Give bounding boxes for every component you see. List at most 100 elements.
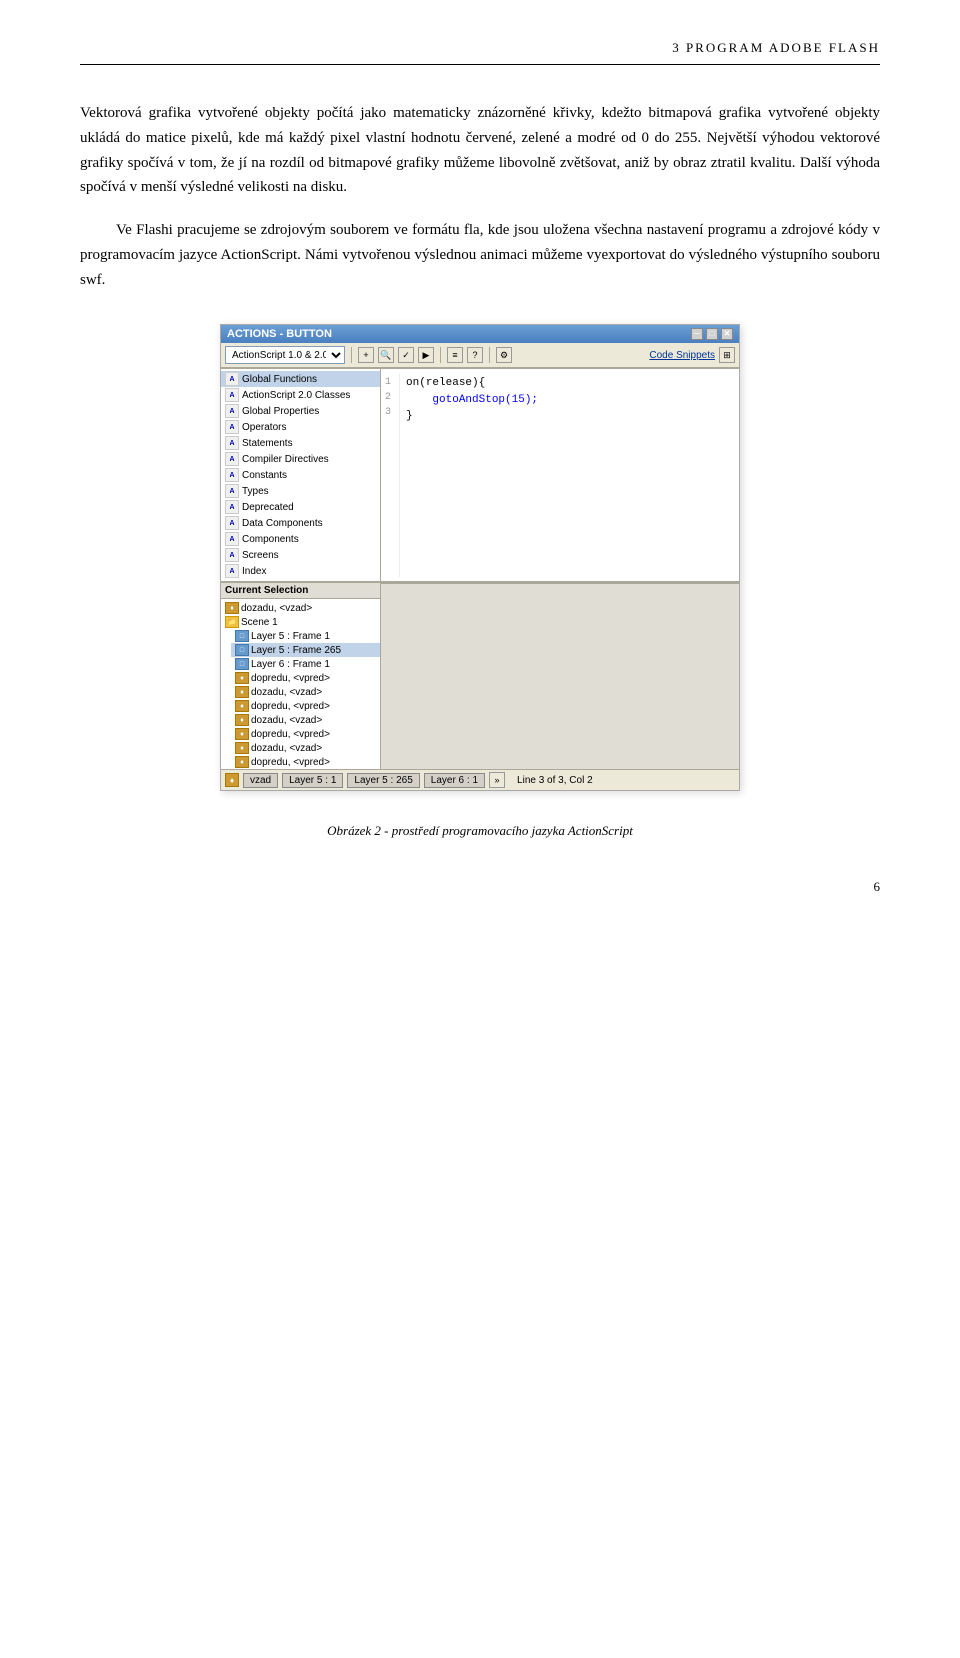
- action-item-compiler-directives[interactable]: A Compiler Directives: [221, 451, 380, 467]
- figure-caption: Obrázek 2 - prostředí programovacího jaz…: [80, 823, 880, 839]
- flash-status-bar: ♦ vzad Layer 5 : 1 Layer 5 : 265 Layer 6…: [221, 769, 739, 790]
- compiler-directives-label: Compiler Directives: [242, 454, 329, 465]
- expand-icon[interactable]: ⊞: [719, 347, 735, 363]
- line-numbers: 1 2 3: [385, 373, 400, 577]
- status-symbol-icon: ♦: [225, 773, 239, 787]
- status-tab-layer5-265[interactable]: Layer 5 : 265: [347, 773, 419, 788]
- dopredu-label-2: dopredu, <vpred>: [251, 701, 330, 712]
- dozadu-label-3: dozadu, <vzad>: [251, 715, 322, 726]
- sel-item-dopredu-1[interactable]: ♦ dopredu, <vpred>: [231, 671, 380, 685]
- action-item-statements[interactable]: A Statements: [221, 435, 380, 451]
- flash-toolbar: ActionScript 1.0 & 2.0 + 🔍 ✓ ▶ ≡ ? ⚙ Cod…: [221, 343, 739, 368]
- selection-list: ♦ dozadu, <vzad> 📁 Scene 1 □ Layer 5 : F…: [221, 599, 380, 769]
- current-selection-header: Current Selection: [221, 583, 380, 599]
- action-item-screens[interactable]: A Screens: [221, 547, 380, 563]
- status-tab-layer6-1[interactable]: Layer 6 : 1: [424, 773, 485, 788]
- sel-item-layer6-f1[interactable]: □ Layer 6 : Frame 1: [231, 657, 380, 671]
- close-btn[interactable]: ✕: [721, 328, 733, 340]
- action-item-components[interactable]: A Components: [221, 531, 380, 547]
- code-line-1: on(release){: [406, 375, 735, 392]
- code-snippets-link[interactable]: Code Snippets: [649, 350, 715, 361]
- sel-item-layer5-f265[interactable]: □ Layer 5 : Frame 265: [231, 643, 380, 657]
- components-label: Components: [242, 534, 299, 545]
- deprecated-label: Deprecated: [242, 502, 294, 513]
- flash-titlebar: ACTIONS - BUTTON ─ □ ✕: [221, 325, 739, 343]
- actionscript-version-select[interactable]: ActionScript 1.0 & 2.0: [225, 346, 345, 364]
- deprecated-icon: A: [225, 500, 239, 514]
- minimize-btn[interactable]: ─: [691, 328, 703, 340]
- as2-classes-icon: A: [225, 388, 239, 402]
- search-icon[interactable]: 🔍: [378, 347, 394, 363]
- screens-icon: A: [225, 548, 239, 562]
- status-expand-icon[interactable]: »: [489, 772, 505, 788]
- dozadu-icon-2: ♦: [235, 686, 249, 698]
- action-item-operators[interactable]: A Operators: [221, 419, 380, 435]
- status-line-info: Line 3 of 3, Col 2: [517, 775, 593, 786]
- components-icon: A: [225, 532, 239, 546]
- code-content[interactable]: on(release){ gotoAndStop(15); }: [406, 373, 735, 577]
- layer5-f265-icon: □: [235, 644, 249, 656]
- toolbar-sep-1: [351, 347, 352, 363]
- dozadu-label-4: dozadu, <vzad>: [251, 743, 322, 754]
- sel-item-dopredu-3[interactable]: ♦ dopredu, <vpred>: [231, 727, 380, 741]
- status-tab-vzad[interactable]: vzad: [243, 773, 278, 788]
- action-item-global-props[interactable]: A Global Properties: [221, 403, 380, 419]
- status-tab-layer5-1[interactable]: Layer 5 : 1: [282, 773, 343, 788]
- sel-item-dozadu-2[interactable]: ♦ dozadu, <vzad>: [231, 685, 380, 699]
- dopredu-label-3: dopredu, <vpred>: [251, 729, 330, 740]
- action-item-as2-classes[interactable]: A ActionScript 2.0 Classes: [221, 387, 380, 403]
- dozadu-label-2: dozadu, <vzad>: [251, 687, 322, 698]
- dopredu-icon-3: ♦: [235, 728, 249, 740]
- sel-item-dopredu-4[interactable]: ♦ dopredu, <vpred>: [231, 755, 380, 769]
- sel-item-dopredu-2[interactable]: ♦ dopredu, <vpred>: [231, 699, 380, 713]
- page-header: 3 Program Adobe Flash: [80, 40, 880, 65]
- operators-icon: A: [225, 420, 239, 434]
- constants-label: Constants: [242, 470, 287, 481]
- format-icon[interactable]: ≡: [447, 347, 463, 363]
- layer6-f1-icon: □: [235, 658, 249, 670]
- layer5-f265-label: Layer 5 : Frame 265: [251, 645, 341, 656]
- code-area: 1 2 3 on(release){ gotoAndStop(15); }: [381, 369, 739, 581]
- sel-item-dozadu-4[interactable]: ♦ dozadu, <vzad>: [231, 741, 380, 755]
- toolbar-sep-3: [489, 347, 490, 363]
- action-item-deprecated[interactable]: A Deprecated: [221, 499, 380, 515]
- statements-label: Statements: [242, 438, 293, 449]
- sel-item-dozadu-1[interactable]: ♦ dozadu, <vzad>: [221, 601, 380, 615]
- help-icon[interactable]: ?: [467, 347, 483, 363]
- sel-item-layer5-f1[interactable]: □ Layer 5 : Frame 1: [231, 629, 380, 643]
- tools-icon[interactable]: ⚙: [496, 347, 512, 363]
- action-item-global-functions[interactable]: A Global Functions: [221, 371, 380, 387]
- global-props-label: Global Properties: [242, 406, 319, 417]
- action-item-constants[interactable]: A Constants: [221, 467, 380, 483]
- statements-icon: A: [225, 436, 239, 450]
- actions-list: A Global Functions A ActionScript 2.0 Cl…: [221, 369, 380, 581]
- data-components-label: Data Components: [242, 518, 323, 529]
- sel-item-scene1[interactable]: 📁 Scene 1: [221, 615, 380, 629]
- action-item-types[interactable]: A Types: [221, 483, 380, 499]
- add-icon[interactable]: +: [358, 347, 374, 363]
- global-functions-icon: A: [225, 372, 239, 386]
- global-functions-label: Global Functions: [242, 374, 317, 385]
- layer5-f1-icon: □: [235, 630, 249, 642]
- flash-window-title: ACTIONS - BUTTON: [227, 328, 332, 340]
- constants-icon: A: [225, 468, 239, 482]
- operators-label: Operators: [242, 422, 286, 433]
- paragraph-2: Ve Flashi pracujeme se zdrojovým soubore…: [80, 218, 880, 292]
- current-selection-panel: Current Selection ♦ dozadu, <vzad> 📁 Sce…: [221, 583, 381, 769]
- layer6-f1-label: Layer 6 : Frame 1: [251, 659, 330, 670]
- code-line-3: }: [406, 408, 735, 425]
- check-icon[interactable]: ✓: [398, 347, 414, 363]
- types-icon: A: [225, 484, 239, 498]
- sel-item-dozadu-3[interactable]: ♦ dozadu, <vzad>: [231, 713, 380, 727]
- action-item-index[interactable]: A Index: [221, 563, 380, 579]
- flash-main-area: A Global Functions A ActionScript 2.0 Cl…: [221, 368, 739, 581]
- code-panel: 1 2 3 on(release){ gotoAndStop(15); }: [381, 368, 739, 581]
- debug-icon[interactable]: ▶: [418, 347, 434, 363]
- titlebar-buttons: ─ □ ✕: [691, 328, 733, 340]
- flash-screenshot: ACTIONS - BUTTON ─ □ ✕ ActionScript 1.0 …: [220, 324, 740, 791]
- maximize-btn[interactable]: □: [706, 328, 718, 340]
- action-item-data-components[interactable]: A Data Components: [221, 515, 380, 531]
- dozadu-icon-3: ♦: [235, 714, 249, 726]
- dozadu-label-1: dozadu, <vzad>: [241, 603, 312, 614]
- dopredu-icon-4: ♦: [235, 756, 249, 768]
